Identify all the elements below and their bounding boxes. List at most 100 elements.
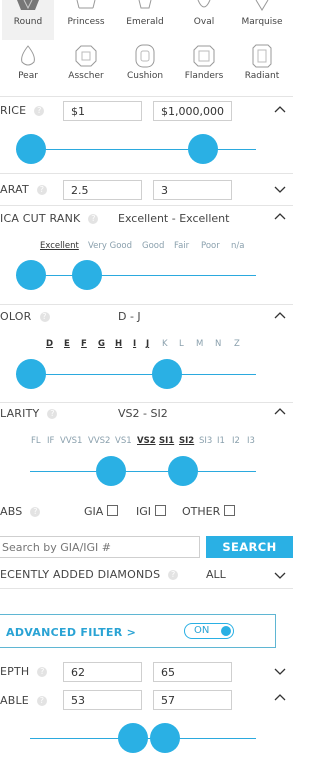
chevron-up-icon[interactable]	[274, 407, 286, 415]
shape-flanders[interactable]: Flanders	[178, 44, 230, 81]
slider-max-handle[interactable]	[72, 260, 102, 290]
chevron-up-icon[interactable]	[274, 311, 286, 319]
shape-pear[interactable]: Pear	[2, 44, 54, 81]
advanced-filter-bar[interactable]: ADVANCED FILTER > ON	[0, 614, 276, 648]
cut-option[interactable]: Very Good	[88, 241, 132, 251]
checkbox[interactable]	[107, 505, 119, 516]
lab-option-gia[interactable]: GIA	[84, 505, 119, 518]
chevron-down-icon[interactable]	[274, 668, 286, 676]
shape-cushion[interactable]: Cushion	[119, 44, 171, 81]
color-range-text: D - J	[118, 310, 141, 323]
checkbox[interactable]	[155, 505, 167, 516]
shape-marquise[interactable]: Marquise	[236, 0, 288, 27]
shape-label: Oval	[193, 17, 215, 27]
shape-label: Marquise	[241, 17, 283, 27]
color-option[interactable]: J	[146, 339, 149, 349]
certificate-search-input[interactable]	[0, 536, 200, 558]
clarity-option[interactable]: IF	[47, 436, 54, 446]
help-icon[interactable]: ?	[36, 185, 47, 195]
chevron-up-icon[interactable]	[274, 693, 286, 701]
help-icon[interactable]: ?	[36, 696, 47, 706]
color-option[interactable]: D	[46, 339, 53, 349]
shape-asscher[interactable]: Asscher	[60, 44, 112, 81]
price-min-input[interactable]: $1	[63, 101, 142, 121]
clarity-option[interactable]: I3	[247, 436, 255, 446]
color-option[interactable]: E	[64, 339, 70, 349]
marquise-icon	[255, 0, 269, 11]
chevron-up-icon[interactable]	[274, 105, 286, 113]
help-icon[interactable]: ?	[168, 570, 179, 580]
slider-min-handle[interactable]	[16, 260, 46, 290]
carat-max-input[interactable]: 3	[153, 180, 232, 200]
cut-option[interactable]: Fair	[174, 241, 189, 251]
color-option[interactable]: G	[98, 339, 105, 349]
carat-label: ARAT?	[0, 183, 47, 196]
color-option[interactable]: L	[179, 339, 184, 349]
slider-min-handle[interactable]	[16, 359, 46, 389]
clarity-option[interactable]: SI1	[159, 436, 174, 446]
shape-emerald[interactable]: Emerald	[119, 0, 171, 27]
help-icon[interactable]: ?	[39, 312, 50, 322]
lab-option-other[interactable]: OTHER	[182, 505, 236, 518]
depth-max-input[interactable]: 65	[153, 662, 232, 682]
carat-min-input[interactable]: 2.5	[63, 180, 142, 200]
price-label: RICE?	[0, 104, 45, 117]
cut-option[interactable]: Poor	[201, 241, 220, 251]
color-option[interactable]: H	[115, 339, 122, 349]
shape-radiant[interactable]: Radiant	[236, 44, 288, 81]
color-option[interactable]: M	[196, 339, 203, 349]
cut-option[interactable]: n/a	[231, 241, 244, 251]
shape-oval[interactable]: Oval	[178, 0, 230, 27]
help-icon[interactable]: ?	[88, 214, 99, 224]
table-max-input[interactable]: 57	[153, 690, 232, 710]
slider-track	[16, 275, 256, 276]
color-option[interactable]: Z	[234, 339, 240, 349]
advanced-filter-label[interactable]: ADVANCED FILTER >	[6, 626, 136, 639]
depth-min-input[interactable]: 62	[63, 662, 142, 682]
color-option[interactable]: F	[81, 339, 87, 349]
help-icon[interactable]: ?	[30, 507, 41, 517]
color-option[interactable]: N	[215, 339, 221, 349]
divider	[0, 304, 293, 305]
shape-princess[interactable]: Princess	[60, 0, 112, 27]
chevron-down-icon[interactable]	[274, 186, 286, 194]
recently-added-select[interactable]: ALL	[206, 568, 226, 581]
clarity-option[interactable]: I2	[232, 436, 240, 446]
slider-track	[16, 149, 256, 150]
help-icon[interactable]: ?	[34, 106, 45, 116]
price-max-input[interactable]: $1,000,000	[153, 101, 232, 121]
checkbox[interactable]	[224, 505, 236, 516]
clarity-option[interactable]: SI3	[199, 436, 212, 446]
slider-min-handle[interactable]	[96, 456, 126, 486]
lab-option-igi[interactable]: IGI	[136, 505, 167, 518]
clarity-option[interactable]: VS1	[115, 436, 132, 446]
slider-max-handle[interactable]	[168, 456, 198, 486]
search-button[interactable]: SEARCH	[206, 536, 293, 558]
advanced-filter-toggle[interactable]: ON	[184, 623, 234, 639]
toggle-state: ON	[194, 625, 210, 636]
help-icon[interactable]: ?	[47, 409, 58, 419]
help-icon[interactable]: ?	[37, 667, 48, 677]
color-option[interactable]: K	[162, 339, 168, 349]
slider-max-handle[interactable]	[150, 723, 180, 753]
table-min-input[interactable]: 53	[63, 690, 142, 710]
clarity-option[interactable]: VVS2	[88, 436, 110, 446]
clarity-option[interactable]: SI2	[179, 436, 194, 446]
clarity-option[interactable]: FL	[31, 436, 41, 446]
clarity-option[interactable]: I1	[217, 436, 225, 446]
clarity-option[interactable]: VVS1	[60, 436, 82, 446]
shape-round[interactable]: Round	[2, 0, 54, 40]
slider-max-handle[interactable]	[152, 359, 182, 389]
cut-option[interactable]: Good	[142, 241, 164, 251]
cut-option[interactable]: Excellent	[40, 241, 79, 251]
clarity-option[interactable]: VS2	[137, 436, 156, 446]
slider-min-handle[interactable]	[118, 723, 148, 753]
slider-min-handle[interactable]	[16, 134, 46, 164]
chevron-up-icon[interactable]	[274, 212, 286, 220]
divider	[0, 588, 293, 589]
clarity-label: LARITY?	[0, 407, 58, 420]
color-option[interactable]: I	[133, 339, 136, 349]
chevron-down-icon[interactable]	[274, 572, 286, 580]
color-label: OLOR?	[0, 310, 50, 323]
slider-max-handle[interactable]	[188, 134, 218, 164]
